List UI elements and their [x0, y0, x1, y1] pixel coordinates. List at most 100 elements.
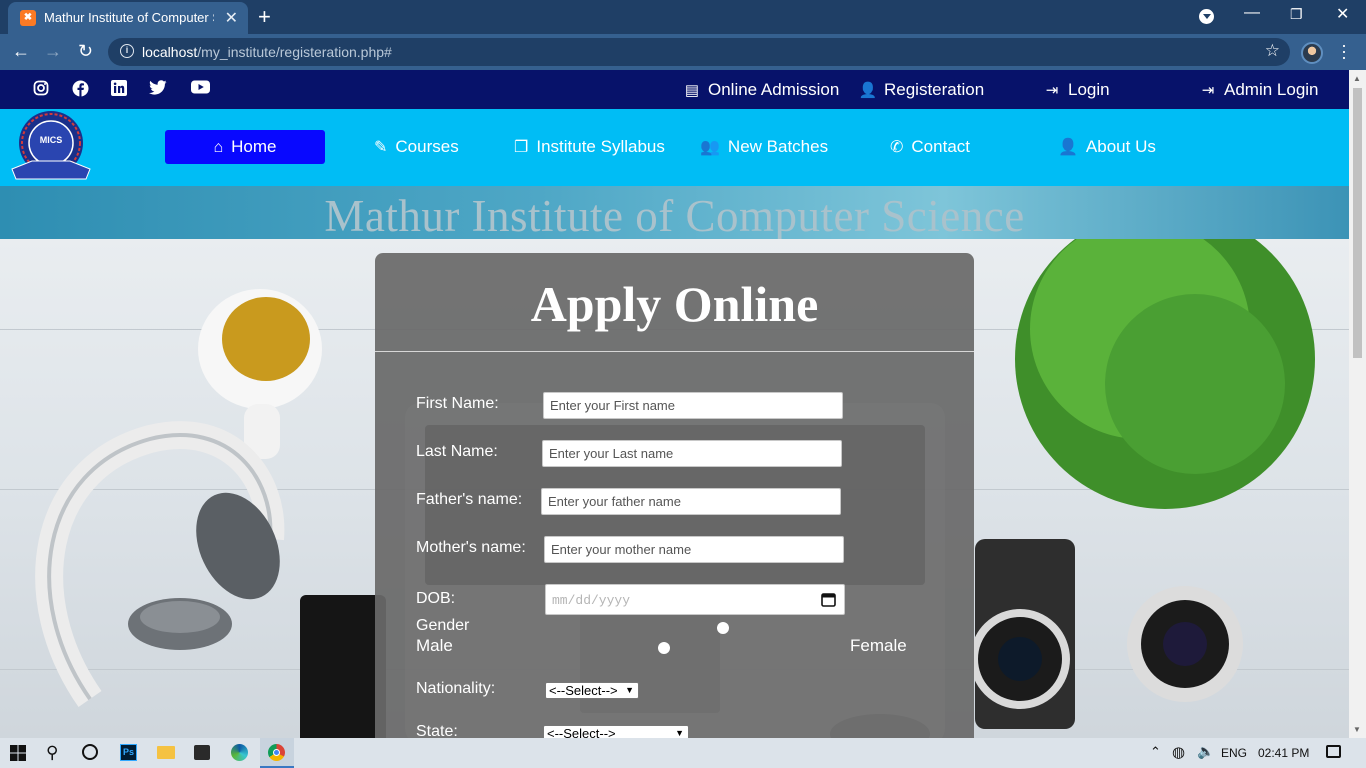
reload-icon[interactable]: ↻ [78, 41, 93, 62]
action-center-icon[interactable] [1326, 745, 1341, 758]
calendar-icon[interactable] [821, 592, 836, 607]
tab-search-icon[interactable] [1199, 9, 1214, 24]
chrome-icon-center [273, 749, 280, 756]
nav-courses-label: Courses [395, 137, 459, 156]
edit-icon: ✎ [374, 139, 388, 156]
phone-icon: ✆ [890, 139, 904, 156]
youtube-icon[interactable] [190, 80, 210, 98]
admin-login-link[interactable]: ⇥ Admin Login [1198, 80, 1319, 100]
tab-title: Mathur Institute of Computer Science [44, 10, 214, 25]
main-navigation: MICS ⌂ Home ✎ Courses ❐ Institute Syllabus … [0, 109, 1349, 186]
login-label: Login [1068, 80, 1110, 99]
nav-syllabus-label: Institute Syllabus [536, 137, 665, 156]
site-info-icon[interactable]: i [120, 44, 134, 58]
browser-menu-icon[interactable]: · · · [1341, 36, 1347, 66]
photoshop-icon[interactable]: Ps [120, 744, 137, 761]
clock[interactable]: 02:41 PM [1258, 746, 1309, 760]
xampp-favicon-icon: ✖ [20, 10, 36, 26]
store-icon[interactable] [194, 745, 210, 760]
nationality-select[interactable]: <--Select--> ▼ [545, 682, 639, 699]
nav-contact[interactable]: ✆ Contact [890, 130, 970, 164]
back-icon[interactable]: ← [12, 41, 30, 62]
linkedin-icon[interactable] [110, 80, 128, 98]
registeration-label: Registeration [884, 80, 985, 99]
sign-in-icon: ⇥ [1201, 82, 1215, 99]
mother-name-label: Mother's name: [416, 539, 526, 556]
address-bar[interactable]: i localhost/my_institute/registeration.p… [108, 38, 1290, 66]
gender-label: Gender [416, 617, 470, 634]
nav-new-batches[interactable]: 👥 New Batches [700, 130, 828, 164]
scroll-up-icon[interactable]: ▲ [1353, 74, 1361, 83]
search-icon[interactable]: ⚲ [46, 743, 58, 763]
nav-courses[interactable]: ✎ Courses [374, 130, 459, 164]
scrollbar-thumb[interactable] [1353, 88, 1362, 358]
last-name-input[interactable]: Enter your Last name [542, 440, 842, 467]
login-link[interactable]: ⇥ Login [1042, 80, 1110, 100]
male-label: Male [416, 636, 453, 655]
father-name-input[interactable]: Enter your father name [541, 488, 841, 515]
chrome-taskbar-button[interactable] [260, 738, 294, 768]
new-tab-button[interactable]: + [258, 4, 271, 30]
first-name-label: First Name: [416, 395, 499, 412]
url-path: /my_institute/registeration.php# [197, 44, 392, 60]
nav-institute-syllabus[interactable]: ❐ Institute Syllabus [514, 130, 665, 164]
language-indicator[interactable]: ENG [1221, 746, 1247, 760]
user-plus-icon: 👤 [858, 82, 878, 99]
facebook-icon[interactable] [71, 80, 89, 98]
browser-tab-strip: ✖ Mathur Institute of Computer Science ✕… [0, 0, 1366, 34]
sign-in-icon: ⇥ [1045, 82, 1059, 99]
windows-taskbar: ⚲ Ps ⌃ ◍ 🔈 ENG 02:41 PM [0, 738, 1366, 768]
apply-online-form: Apply Online First Name: Enter your Firs… [375, 253, 974, 738]
nav-contact-label: Contact [911, 137, 970, 156]
minimize-icon[interactable]: — [1244, 4, 1260, 22]
twitter-icon[interactable] [149, 80, 167, 98]
profile-avatar[interactable] [1301, 42, 1323, 64]
institute-banner: Mathur Institute of Computer Science [0, 186, 1349, 241]
banner-title: Mathur Institute of Computer Science [324, 191, 1025, 241]
state-select[interactable]: <--Select--> ▼ [543, 725, 689, 738]
file-explorer-icon[interactable] [157, 746, 175, 759]
browser-toolbar: ← → ↻ i localhost/my_institute/registera… [0, 34, 1366, 70]
forward-icon[interactable]: → [44, 41, 62, 62]
url-text[interactable]: localhost/my_institute/registeration.php… [142, 44, 392, 60]
male-radio[interactable] [658, 642, 670, 654]
dob-placeholder: mm/dd/yyyy [552, 593, 631, 608]
nav-about-us[interactable]: 👤 About Us [1058, 130, 1156, 164]
browser-tab[interactable]: ✖ Mathur Institute of Computer Science ✕ [8, 2, 248, 34]
url-host: localhost [142, 44, 198, 60]
nav-home[interactable]: ⌂ Home [165, 130, 325, 164]
admin-login-label: Admin Login [1224, 80, 1319, 99]
bookmark-star-icon[interactable]: ☆ [1265, 41, 1280, 61]
copy-icon: ❐ [514, 139, 529, 156]
first-name-input[interactable]: Enter your First name [543, 392, 843, 419]
user-icon: 👤 [1058, 139, 1078, 156]
registeration-link[interactable]: 👤 Registeration [858, 80, 985, 100]
cortana-icon[interactable] [82, 744, 98, 760]
last-name-label: Last Name: [416, 443, 498, 460]
instagram-icon[interactable] [32, 80, 50, 98]
page-scrollbar[interactable]: ▲ ▼ [1349, 70, 1366, 738]
restore-icon[interactable]: ❐ [1290, 6, 1303, 23]
online-admission-link[interactable]: ▤ Online Admission [682, 80, 839, 100]
state-selected: <--Select--> [547, 726, 616, 738]
volume-muted-icon[interactable]: 🔈 [1197, 743, 1214, 760]
heading-divider [375, 351, 974, 352]
dob-input[interactable]: mm/dd/yyyy [545, 584, 845, 615]
female-radio[interactable] [717, 622, 729, 634]
mics-logo[interactable]: MICS [10, 109, 92, 186]
father-name-label: Father's name: [416, 491, 523, 508]
logo-text: MICS [39, 135, 63, 145]
network-icon[interactable]: ◍ [1172, 743, 1185, 761]
background-scene: Apply Online First Name: Enter your Firs… [0, 239, 1349, 738]
page-viewport: ▤ Online Admission 👤 Registeration ⇥ Login … [0, 70, 1366, 738]
nationality-label: Nationality: [416, 680, 496, 697]
nationality-selected: <--Select--> [549, 683, 618, 698]
scroll-down-icon[interactable]: ▼ [1353, 725, 1361, 734]
close-window-icon[interactable]: ✕ [1336, 4, 1349, 24]
show-hidden-icons-chevron[interactable]: ⌃ [1150, 744, 1161, 760]
tab-close-icon[interactable]: ✕ [225, 8, 238, 28]
windows-start-icon[interactable] [10, 745, 26, 766]
chevron-down-icon: ▼ [625, 685, 634, 695]
edge-icon[interactable] [231, 744, 248, 761]
mother-name-input[interactable]: Enter your mother name [544, 536, 844, 563]
